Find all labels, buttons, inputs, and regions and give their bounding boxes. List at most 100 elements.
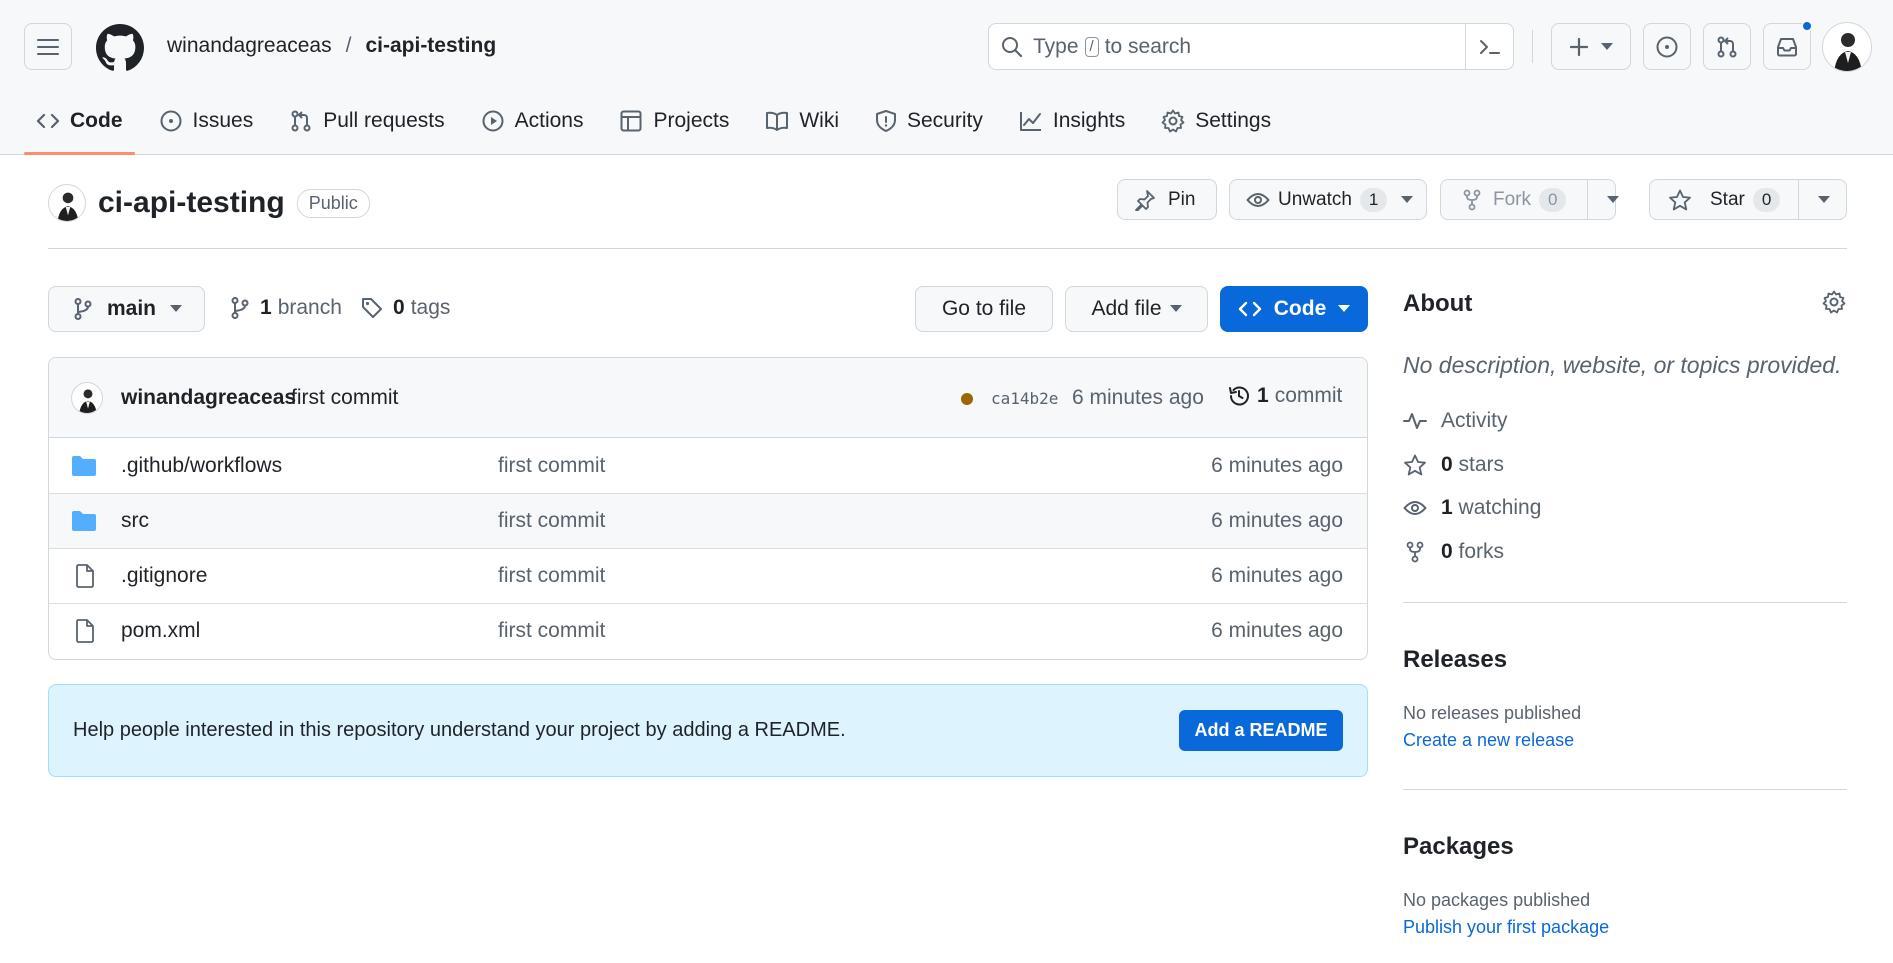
tab-settings[interactable]: Settings [1149, 100, 1283, 142]
breadcrumb: winandagreaceas / ci-api-testing [167, 34, 496, 58]
fork-label: Fork [1493, 188, 1531, 210]
tab-actions[interactable]: Actions [469, 100, 596, 142]
tab-wiki[interactable]: Wiki [753, 100, 851, 142]
file-commit-time: 6 minutes ago [1211, 619, 1343, 642]
command-palette-button[interactable] [1465, 24, 1513, 69]
readme-banner-text: Help people interested in this repositor… [73, 719, 846, 741]
commit-hash[interactable]: ca14b2e [991, 389, 1058, 408]
branches-link[interactable]: 1 branch [230, 296, 342, 320]
tab-security[interactable]: Security [863, 100, 995, 142]
watching-link[interactable]: 1 watching [1403, 496, 1541, 520]
menu-button[interactable] [24, 23, 72, 70]
branch-select-button[interactable]: main [48, 286, 205, 332]
file-commit-time: 6 minutes ago [1211, 453, 1343, 477]
table-row[interactable]: pom.xml first commit 6 minutes ago [49, 603, 1367, 658]
file-commit-time: 6 minutes ago [1211, 509, 1343, 532]
pin-button[interactable]: Pin [1117, 179, 1217, 220]
repo-nav-tabs: Code Issues Pull requests Actions Projec… [24, 100, 1295, 156]
tab-issues[interactable]: Issues [147, 100, 266, 142]
tab-pull-requests[interactable]: Pull requests [277, 100, 456, 142]
packages-heading[interactable]: Packages [1403, 833, 1514, 861]
forks-label: forks [1458, 540, 1505, 563]
breadcrumb-repo-link[interactable]: ci-api-testing [365, 34, 496, 58]
star-button[interactable]: Star 0 [1649, 179, 1847, 220]
book-icon [765, 110, 789, 132]
sidebar-divider [1403, 602, 1847, 603]
tab-code[interactable]: Code [24, 100, 135, 155]
file-name-link[interactable]: .github/workflows [121, 454, 282, 478]
caret-down-icon [1401, 195, 1414, 204]
tags-link[interactable]: 0 tags [361, 296, 450, 320]
commit-status-dot[interactable] [961, 393, 973, 405]
go-to-file-button[interactable]: Go to file [915, 286, 1053, 332]
file-commit-message[interactable]: first commit [498, 564, 605, 588]
tab-insights[interactable]: Insights [1007, 100, 1137, 142]
caret-down-icon[interactable] [1818, 196, 1830, 204]
breadcrumb-separator: / [345, 34, 352, 57]
repo-name[interactable]: ci-api-testing [98, 186, 285, 220]
table-row[interactable]: src first commit 6 minutes ago [49, 493, 1367, 548]
code-dropdown-button[interactable]: Code [1220, 286, 1368, 332]
play-icon [481, 109, 505, 133]
caret-down-icon[interactable] [1607, 196, 1619, 204]
releases-heading[interactable]: Releases [1403, 646, 1507, 674]
issue-icon [159, 109, 183, 133]
pulse-icon [1403, 411, 1427, 431]
tab-code-label: Code [70, 109, 123, 132]
about-settings-gear-icon[interactable] [1822, 290, 1846, 314]
tab-actions-label: Actions [514, 109, 584, 132]
notification-dot [1801, 20, 1813, 32]
commit-message[interactable]: first commit [291, 386, 398, 410]
code-button-label: Code [1273, 297, 1327, 320]
unwatch-button[interactable]: Unwatch 1 [1229, 179, 1427, 220]
latest-commit-bar: winandagreaceas first commit ca14b2e 6 m… [49, 358, 1367, 438]
eye-icon [1246, 191, 1270, 209]
tab-wiki-label: Wiki [799, 109, 839, 132]
tab-security-label: Security [907, 109, 983, 132]
shield-icon [875, 109, 897, 133]
file-name-link[interactable]: pom.xml [121, 619, 200, 643]
stars-link[interactable]: 0 stars [1403, 453, 1504, 477]
fork-split-divider [1587, 180, 1588, 219]
pull-requests-button[interactable] [1703, 23, 1751, 70]
file-commit-message[interactable]: first commit [498, 454, 605, 478]
commit-history-link[interactable]: 1 commit [1227, 384, 1342, 408]
header-divider [1532, 30, 1533, 63]
terminal-icon [1479, 38, 1501, 56]
visibility-badge: Public [296, 188, 370, 218]
file-commit-message[interactable]: first commit [498, 619, 605, 643]
breadcrumb-owner-link[interactable]: winandagreaceas [167, 34, 332, 58]
file-commit-message[interactable]: first commit [498, 509, 605, 533]
file-name-link[interactable]: .gitignore [121, 564, 207, 588]
tab-projects-label: Projects [653, 109, 730, 132]
eye-icon [1403, 499, 1427, 517]
owner-avatar[interactable] [48, 184, 86, 222]
user-avatar[interactable] [1822, 22, 1872, 72]
code-icon [36, 111, 60, 131]
fork-counter: 0 [1539, 187, 1567, 212]
publish-package-link[interactable]: Publish your first package [1403, 917, 1609, 938]
create-new-button[interactable] [1551, 23, 1631, 70]
activity-link[interactable]: Activity [1403, 409, 1508, 433]
stars-label: stars [1458, 453, 1505, 476]
file-name-link[interactable]: src [121, 509, 149, 533]
create-release-link[interactable]: Create a new release [1403, 730, 1574, 751]
commit-author-avatar[interactable] [71, 382, 103, 414]
issues-button[interactable] [1643, 23, 1691, 70]
add-readme-button[interactable]: Add a README [1179, 710, 1343, 751]
fork-button[interactable]: Fork 0 [1440, 179, 1619, 220]
caret-down-icon [1338, 305, 1351, 313]
branch-icon [73, 297, 93, 321]
star-icon [1668, 189, 1692, 211]
file-icon [75, 619, 95, 643]
forks-link[interactable]: 0 forks [1403, 540, 1504, 564]
table-row[interactable]: .github/workflows first commit 6 minutes… [49, 438, 1367, 493]
add-file-button[interactable]: Add file [1065, 286, 1208, 332]
table-row[interactable]: .gitignore first commit 6 minutes ago [49, 548, 1367, 603]
forks-count: 0 [1441, 540, 1453, 563]
search-input[interactable]: Type / to search [988, 23, 1514, 70]
tab-projects[interactable]: Projects [607, 100, 741, 142]
github-logo-icon[interactable] [96, 24, 144, 72]
tab-pull-requests-label: Pull requests [323, 109, 445, 132]
commit-author[interactable]: winandagreaceas [121, 386, 296, 410]
